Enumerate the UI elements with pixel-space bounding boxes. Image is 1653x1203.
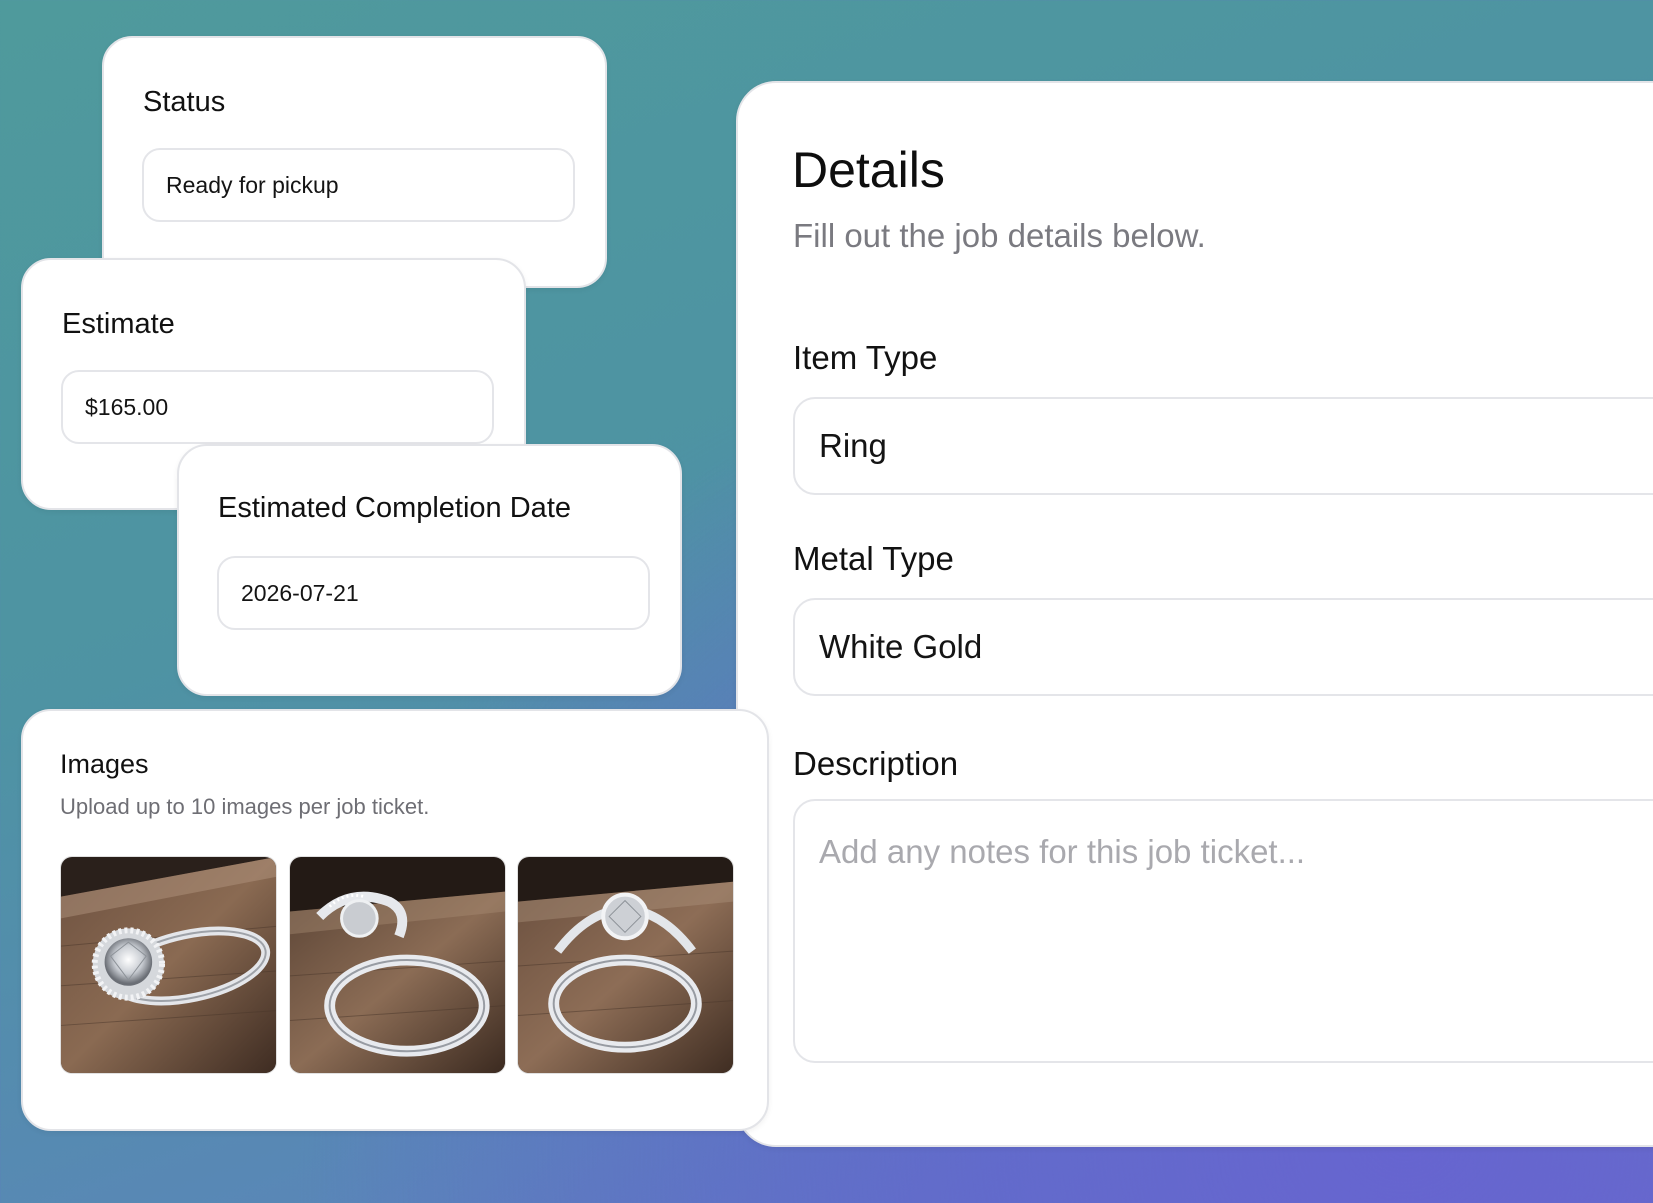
item-type-field[interactable]: Ring [793,397,1653,495]
ring-back-image [290,857,505,1073]
details-card: Details Fill out the job details below. … [736,81,1653,1147]
images-title: Images [60,749,149,779]
ring-front-image [61,857,276,1073]
description-textarea[interactable] [793,799,1653,1063]
images-card: Images Upload up to 10 images per job ti… [21,709,769,1131]
metal-type-label: Metal Type [793,540,954,577]
completion-date-label: Estimated Completion Date [218,492,571,524]
image-thumbnail-ring-back[interactable] [289,856,506,1074]
completion-date-field[interactable]: 2026-07-21 [217,556,650,630]
images-subtitle: Upload up to 10 images per job ticket. [60,794,430,819]
metal-type-field[interactable]: White Gold [793,598,1653,696]
details-subtitle: Fill out the job details below. [793,217,1206,254]
item-type-label: Item Type [793,339,938,376]
image-thumbnail-ring-angle[interactable] [517,856,734,1074]
status-card: Status Ready for pickup [102,36,607,288]
status-field[interactable]: Ready for pickup [142,148,575,222]
description-label: Description [793,745,959,782]
details-title: Details [792,142,945,198]
completion-date-card: Estimated Completion Date 2026-07-21 [177,444,682,696]
status-label: Status [143,86,226,118]
estimate-field[interactable]: $165.00 [61,370,494,444]
ring-angle-image [518,857,733,1073]
image-thumbnail-ring-front[interactable] [60,856,277,1074]
estimate-label: Estimate [62,308,175,340]
